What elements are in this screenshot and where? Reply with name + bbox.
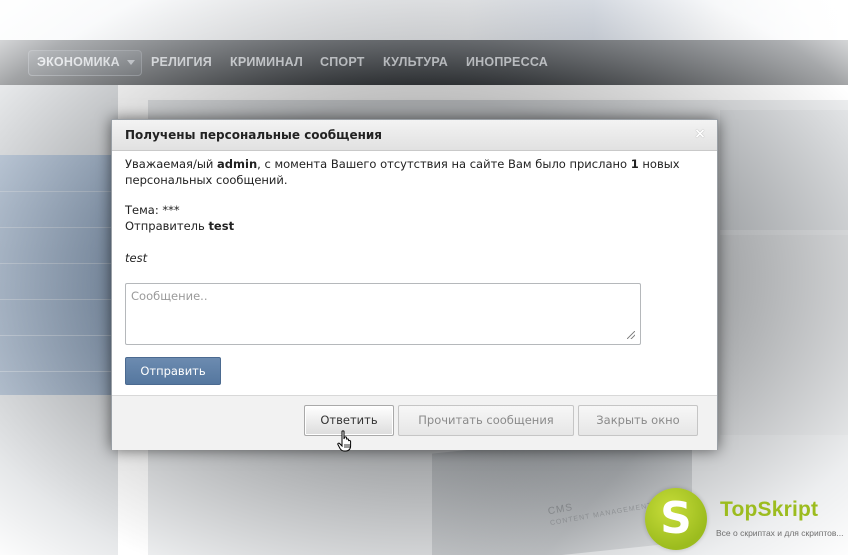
message-topic: Тема: *** [125, 203, 180, 217]
nav-item-crime[interactable]: КРИМИНАЛ [230, 55, 303, 69]
right-panel-lower [720, 235, 848, 435]
left-sidebar-menu [0, 155, 112, 395]
chevron-down-icon [127, 60, 135, 65]
resize-handle-icon[interactable] [627, 331, 635, 339]
read-messages-button[interactable]: Прочитать сообщения [398, 405, 574, 436]
dialog-header: Получены персональные сообщения × [112, 120, 717, 151]
divider [0, 371, 112, 372]
greeting-text: новых [638, 157, 680, 171]
nav-item-inopressa[interactable]: ИНОПРЕССА [466, 55, 548, 69]
topic-value: *** [162, 203, 180, 217]
logo-letter: S [660, 493, 692, 544]
greeting-line-2: персональных сообщений. [125, 173, 288, 187]
logo-name: TopSkript [720, 498, 819, 521]
dialog-footer: Ответить Прочитать сообщения Закрыть окн… [112, 395, 717, 450]
nav-item-culture[interactable]: КУЛЬТУРА [383, 55, 448, 69]
divider [0, 335, 112, 336]
messages-dialog: Получены персональные сообщения × Уважае… [111, 119, 718, 450]
nav-item-economy[interactable]: ЭКОНОМИКА [37, 55, 120, 69]
divider [0, 191, 112, 192]
message-text: test [125, 251, 148, 265]
divider [0, 263, 112, 264]
greeting-text: , с момента Вашего отсутствия на сайте В… [257, 157, 631, 171]
send-button[interactable]: Отправить [125, 357, 221, 385]
header-bar [0, 0, 848, 40]
divider [0, 227, 112, 228]
nav-item-religion[interactable]: РЕЛИГИЯ [151, 55, 212, 69]
close-window-button[interactable]: Закрыть окно [578, 405, 698, 436]
hand-cursor-icon [337, 430, 352, 452]
username: admin [217, 157, 258, 171]
greeting-text: Уважаемая/ый [125, 157, 218, 171]
message-count: 1 [630, 157, 639, 171]
reply-input[interactable] [125, 283, 641, 345]
divider [0, 299, 112, 300]
logo-tagline: Все о скриптах и для скриптов... [716, 528, 844, 538]
dialog-title: Получены персональные сообщения [125, 128, 382, 142]
sender-value: test [208, 219, 235, 233]
right-panel [720, 110, 848, 230]
dialog-message: Уважаемая/ый admin, с момента Вашего отс… [125, 156, 705, 188]
close-icon[interactable]: × [693, 127, 707, 141]
greeting-line: Уважаемая/ый admin, с момента Вашего отс… [125, 156, 705, 172]
message-sender: Отправитель test [125, 219, 234, 233]
nav-item-sport[interactable]: СПОРТ [320, 55, 365, 69]
sender-label: Отправитель [125, 219, 209, 233]
topic-label: Тема: [125, 203, 163, 217]
